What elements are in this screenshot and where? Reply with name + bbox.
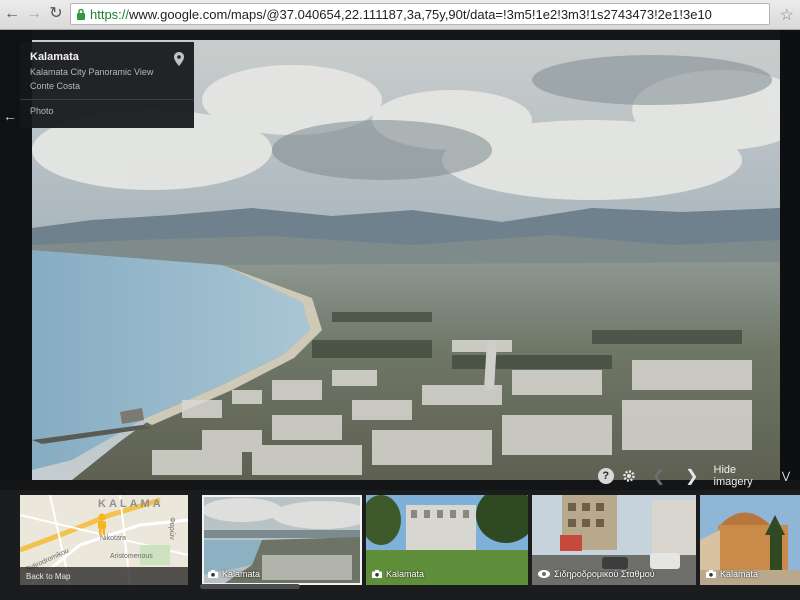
chevron-right-icon[interactable]: ❯ <box>680 464 703 488</box>
back-to-map-button[interactable]: Back to Map <box>20 567 188 585</box>
place-info-card[interactable]: Kalamata Kalamata City Panoramic View Co… <box>20 42 194 128</box>
thumbnail-caption: Kalamata <box>706 569 758 579</box>
lock-icon <box>76 8 86 20</box>
hide-imagery-label: Hide imagery <box>713 464 753 488</box>
camera-icon <box>706 570 716 578</box>
chevron-left-icon[interactable]: ❮ <box>647 464 670 488</box>
map-pin-icon[interactable] <box>174 52 184 71</box>
pegman-icon[interactable] <box>96 513 108 535</box>
photo-thumbnail[interactable]: Kalamata <box>366 495 528 585</box>
place-subtitle: Kalamata City Panoramic View <box>30 67 154 77</box>
hide-imagery-button[interactable]: Hide imagery ⋁ <box>714 464 791 488</box>
filmstrip-scrollbar[interactable] <box>200 584 300 589</box>
card-divider <box>20 99 194 101</box>
photo-author[interactable]: Conte Costa <box>30 81 184 91</box>
thumbnail-caption: Kalamata <box>372 569 424 579</box>
map-street-label: Nikotara <box>100 535 127 542</box>
thumbnail-label: Kalamata <box>386 569 425 579</box>
imagery-controls: ? ❮ ❯ Hide imagery ⋁ <box>590 462 790 490</box>
url-host: www.google.com <box>129 6 228 22</box>
help-icon[interactable]: ? <box>598 468 614 484</box>
camera-icon <box>372 570 382 578</box>
address-bar[interactable]: https://www.google.com/maps/@37.040654,2… <box>70 3 770 25</box>
photo-thumbnail[interactable]: Kalamata <box>700 495 800 585</box>
url-text: https://www.google.com/maps/@37.040654,2… <box>90 7 712 22</box>
thumbnail-label: Kalamata <box>720 569 759 579</box>
camera-icon <box>208 570 218 578</box>
url-path: /maps/@37.040654,22.111187,3a,75y,90t/da… <box>227 6 712 22</box>
right-rail <box>780 30 800 480</box>
map-thumbnail[interactable]: KALAMA Nikotara Φαρών Aristomenous Sidir… <box>20 495 188 585</box>
thumbnail-caption: Kalamata <box>208 569 260 579</box>
gear-icon[interactable] <box>622 468 638 484</box>
thumbnail-label: Kalamata <box>222 569 261 579</box>
url-scheme: https:// <box>90 6 130 22</box>
imagery-filmstrip: KALAMA Nikotara Φαρών Aristomenous Sidir… <box>0 490 800 600</box>
forward-arrow-icon[interactable]: → <box>24 4 44 24</box>
map-city-label: KALAMA <box>98 498 164 510</box>
back-to-map-label: Back to Map <box>26 571 71 581</box>
photo-type-label: Photo <box>30 106 54 117</box>
browser-toolbar: ← → ↻ https://www.google.com/maps/@37.04… <box>0 0 800 30</box>
thumbnail-label: Σιδηροδρομικού Σταθμού <box>554 569 655 579</box>
double-chevron-down-icon: ⋁ <box>781 470 791 482</box>
street-view-thumbnail[interactable]: Σιδηροδρομικού Σταθμού <box>532 495 696 585</box>
street-view-icon <box>538 570 550 578</box>
collapse-arrow-icon[interactable]: ← <box>3 108 17 124</box>
bookmark-star-icon[interactable]: ☆ <box>780 5 794 25</box>
reload-icon[interactable]: ↻ <box>46 4 66 24</box>
map-street-label: Φαρών <box>167 517 175 540</box>
thumbnail-caption: Σιδηροδρομικού Σταθμού <box>538 569 655 579</box>
back-arrow-icon[interactable]: ← <box>2 4 22 24</box>
place-title: Kalamata <box>30 51 79 63</box>
photo-thumbnail[interactable]: Kalamata <box>202 495 362 585</box>
map-street-label: Aristomenous <box>110 553 153 560</box>
